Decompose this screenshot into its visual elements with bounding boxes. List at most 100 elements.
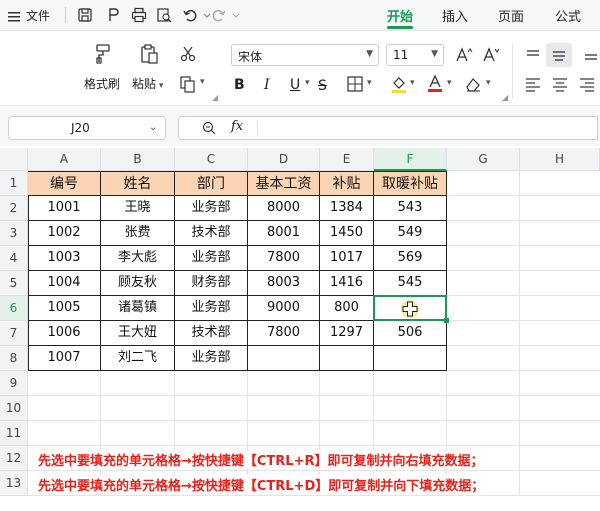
copy-icon[interactable]: [179, 75, 197, 93]
table-cell[interactable]: 王大妞: [101, 321, 175, 346]
row-header-7[interactable]: 7: [0, 321, 28, 346]
clear-format-dropdown-icon[interactable]: ▾: [486, 78, 491, 88]
table-cell[interactable]: 543: [374, 196, 447, 221]
formula-input[interactable]: fx: [178, 116, 598, 140]
tab-page[interactable]: 页面: [498, 6, 524, 25]
redo-dropdown-icon[interactable]: [231, 6, 249, 24]
align-top-icon[interactable]: [524, 46, 542, 64]
table-cell[interactable]: 1297: [320, 321, 374, 346]
row-header-9[interactable]: 9: [0, 371, 28, 396]
font-size-select[interactable]: 11 ▼: [386, 44, 444, 66]
column-header-h[interactable]: H: [520, 148, 600, 171]
menu-icon[interactable]: [8, 8, 20, 22]
table-cell[interactable]: 刘二飞: [101, 346, 175, 371]
table-cell[interactable]: 业务部: [175, 246, 248, 271]
cut-icon[interactable]: [179, 45, 197, 63]
table-cell[interactable]: 1384: [320, 196, 374, 221]
table-cell[interactable]: 549: [374, 221, 447, 246]
table-cell[interactable]: 1006: [28, 321, 101, 346]
format-painter-icon[interactable]: [92, 43, 114, 65]
tab-insert[interactable]: 插入: [442, 6, 468, 25]
column-header-b[interactable]: B: [101, 148, 175, 171]
zoom-icon[interactable]: [201, 120, 217, 136]
table-cell[interactable]: 财务部: [175, 271, 248, 296]
format-painter-label[interactable]: 格式刷: [84, 75, 120, 92]
tab-formulas[interactable]: 公式: [555, 6, 581, 25]
italic-icon[interactable]: I: [264, 74, 282, 93]
table-header-cell[interactable]: 编号: [28, 172, 101, 196]
table-cell[interactable]: [320, 346, 374, 371]
chevron-down-icon[interactable]: ⌄: [149, 122, 157, 133]
table-cell[interactable]: 1005: [28, 296, 101, 321]
row-header-1[interactable]: 1: [0, 171, 28, 196]
column-header-e[interactable]: E: [320, 148, 374, 171]
export-pdf-icon[interactable]: [105, 6, 123, 24]
print-preview-icon[interactable]: [155, 6, 173, 24]
fill-color-icon[interactable]: [390, 74, 408, 93]
clear-format-icon[interactable]: [464, 75, 482, 93]
font-color-dropdown-icon[interactable]: ▾: [447, 78, 452, 88]
table-cell[interactable]: 诸葛镇: [101, 296, 175, 321]
table-cell[interactable]: 7800: [248, 246, 320, 271]
table-cell[interactable]: 业务部: [175, 296, 248, 321]
column-header-g[interactable]: G: [447, 148, 520, 171]
table-cell[interactable]: 569: [374, 246, 447, 271]
tab-home[interactable]: 开始: [387, 6, 413, 25]
paste-label[interactable]: 粘贴 ▾: [132, 75, 163, 92]
table-cell[interactable]: 顾友秋: [101, 271, 175, 296]
column-header-d[interactable]: D: [248, 148, 320, 171]
strikethrough-icon[interactable]: S: [318, 75, 336, 94]
name-box[interactable]: J20 ⌄: [8, 116, 166, 140]
table-cell[interactable]: 1003: [28, 246, 101, 271]
paste-dropdown-icon[interactable]: ▾: [156, 81, 164, 91]
table-header-cell[interactable]: 基本工资: [248, 172, 320, 196]
align-middle-button[interactable]: [546, 43, 572, 67]
row-header-10[interactable]: 10: [0, 396, 28, 421]
table-cell[interactable]: 1002: [28, 221, 101, 246]
table-cell[interactable]: 7800: [248, 321, 320, 346]
table-cell[interactable]: 8003: [248, 271, 320, 296]
table-cell[interactable]: 张费: [101, 221, 175, 246]
table-cell[interactable]: 王晓: [101, 196, 175, 221]
fill-handle[interactable]: [444, 318, 449, 323]
increase-font-size-icon[interactable]: [455, 46, 473, 64]
table-cell[interactable]: 1450: [320, 221, 374, 246]
align-right-icon[interactable]: [578, 75, 596, 93]
bold-icon[interactable]: B: [234, 74, 252, 93]
font-name-select[interactable]: 宋体 ▼: [231, 44, 379, 66]
redo-icon[interactable]: [210, 6, 228, 24]
file-menu[interactable]: 文件: [26, 7, 50, 24]
row-header-3[interactable]: 3: [0, 221, 28, 246]
row-header-6[interactable]: 6: [0, 296, 28, 321]
table-cell[interactable]: 1416: [320, 271, 374, 296]
paste-icon[interactable]: [138, 43, 160, 65]
table-cell[interactable]: 8001: [248, 221, 320, 246]
table-cell[interactable]: 技术部: [175, 221, 248, 246]
borders-dropdown-icon[interactable]: ▾: [367, 78, 372, 88]
table-cell[interactable]: 9000: [248, 296, 320, 321]
save-icon[interactable]: [76, 6, 94, 24]
align-bottom-icon[interactable]: [582, 46, 600, 64]
table-cell[interactable]: 业务部: [175, 346, 248, 371]
clipboard-dialog-launcher-icon[interactable]: ◢: [212, 93, 218, 102]
row-header-13[interactable]: 13: [0, 471, 28, 496]
fill-color-dropdown-icon[interactable]: ▾: [410, 78, 415, 88]
borders-icon[interactable]: [346, 75, 364, 93]
align-left-icon[interactable]: [524, 75, 542, 93]
underline-dropdown-icon[interactable]: ▾: [305, 78, 310, 88]
row-header-2[interactable]: 2: [0, 196, 28, 221]
undo-icon[interactable]: [181, 6, 199, 24]
table-cell[interactable]: [374, 346, 447, 371]
align-center-icon[interactable]: [551, 75, 569, 93]
table-cell[interactable]: 8000: [248, 196, 320, 221]
column-header-c[interactable]: C: [175, 148, 248, 171]
row-header-5[interactable]: 5: [0, 271, 28, 296]
table-cell[interactable]: 1017: [320, 246, 374, 271]
table-cell[interactable]: 1001: [28, 196, 101, 221]
table-cell[interactable]: 李大彪: [101, 246, 175, 271]
select-all-corner[interactable]: [0, 148, 28, 171]
print-icon[interactable]: [130, 6, 148, 24]
table-header-cell[interactable]: 取暖补贴: [374, 172, 447, 196]
table-cell[interactable]: 技术部: [175, 321, 248, 346]
column-header-a[interactable]: A: [28, 148, 101, 171]
